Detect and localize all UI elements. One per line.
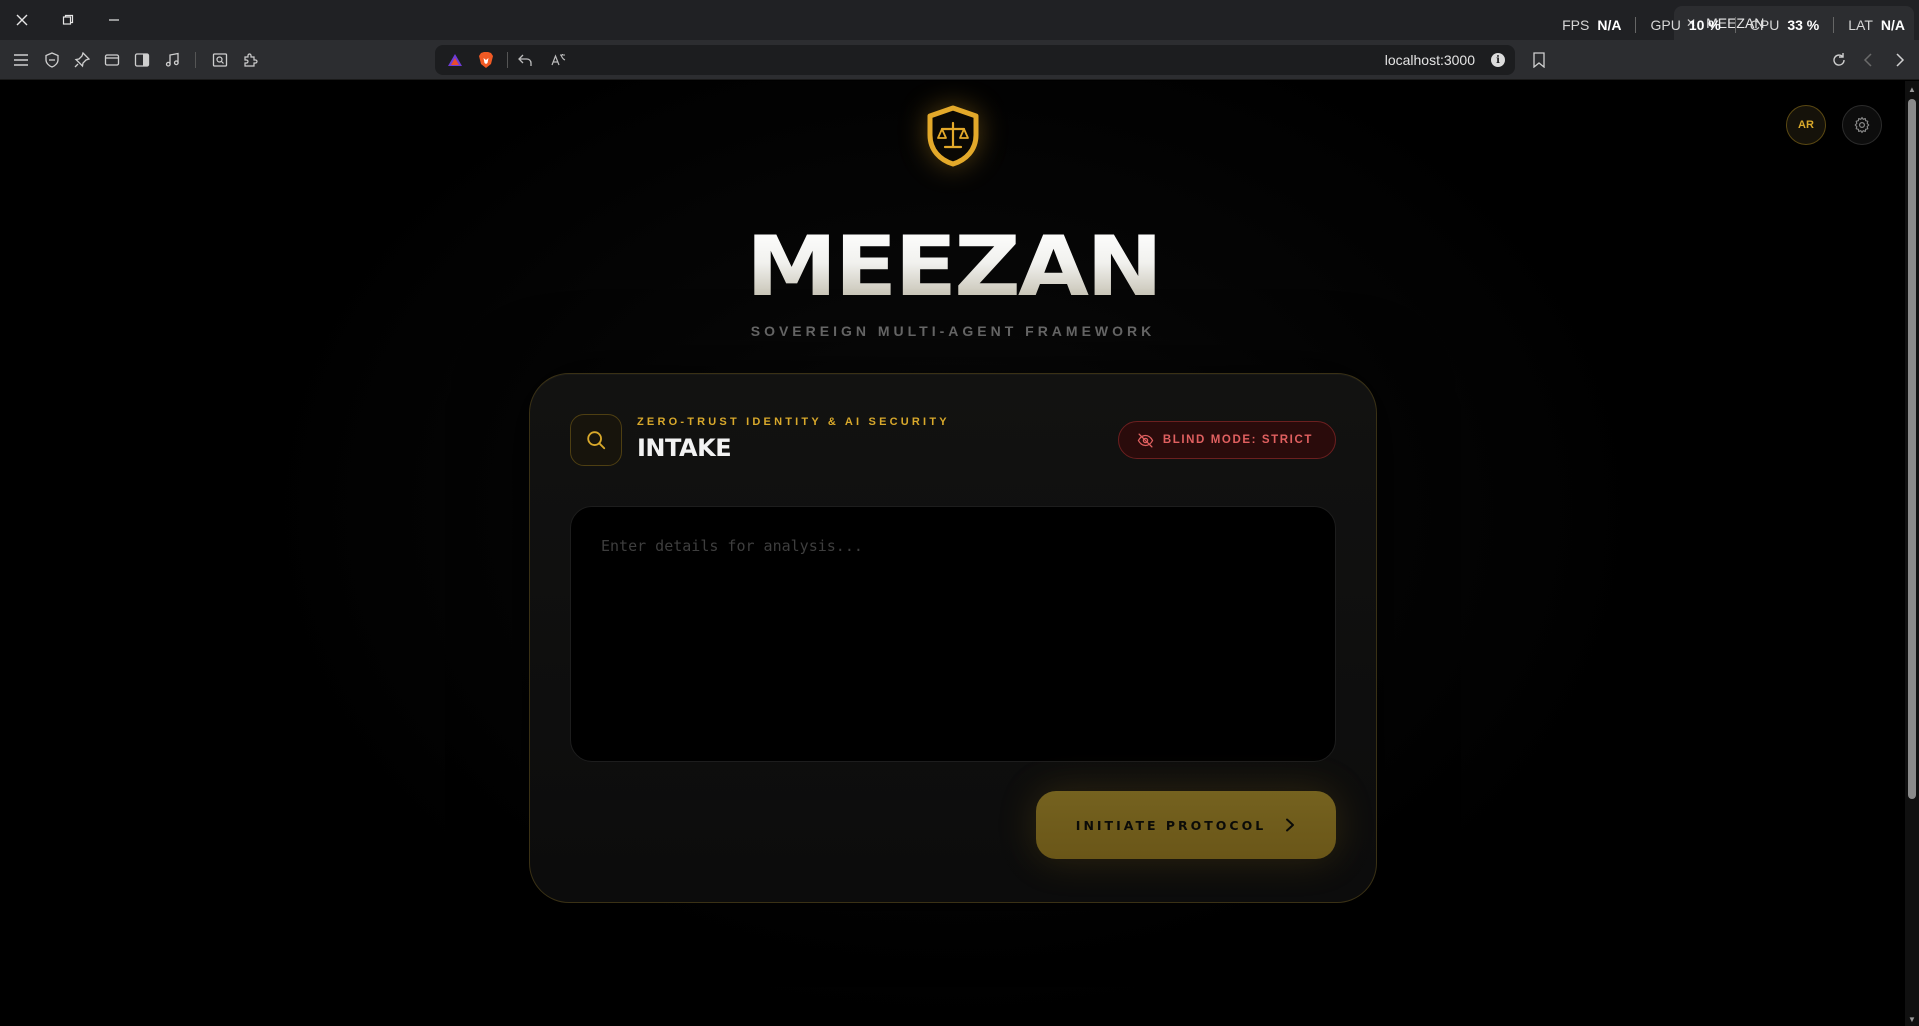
brand-title: MEEZAN	[0, 225, 1906, 309]
window-minimize-icon[interactable]	[100, 8, 128, 32]
cpu-label: CPU	[1749, 17, 1780, 33]
page-viewport: AR MEEZAN SOVEREIGN MULTI-AGENT FRAMEWOR…	[0, 81, 1919, 1026]
tabs-icon[interactable]	[102, 50, 122, 70]
url-text[interactable]: localhost:3000	[1385, 52, 1475, 68]
gear-icon	[1854, 116, 1870, 134]
page-scrollbar[interactable]: ▲ ▼	[1905, 81, 1919, 1026]
lat-value: N/A	[1880, 17, 1905, 33]
chevron-right-icon	[1286, 818, 1295, 832]
bookmark-icon[interactable]	[1529, 50, 1549, 70]
lat-label: LAT	[1848, 17, 1873, 33]
intake-card: ZERO-TRUST IDENTITY & AI SECURITY INTAKE…	[529, 373, 1377, 903]
back-icon[interactable]	[1859, 50, 1879, 70]
translate-icon[interactable]	[548, 50, 568, 70]
music-icon[interactable]	[162, 50, 182, 70]
settings-button[interactable]	[1842, 105, 1882, 145]
divider	[1635, 17, 1637, 33]
intake-search-badge	[570, 414, 622, 466]
site-info-icon[interactable]: i	[1491, 53, 1505, 67]
card-kicker: ZERO-TRUST IDENTITY & AI SECURITY	[637, 416, 950, 428]
brave-shields-icon[interactable]	[476, 50, 496, 70]
divider	[1734, 17, 1736, 33]
fps-value: N/A	[1597, 17, 1622, 33]
shield-scale-logo-icon	[927, 105, 979, 167]
divider	[507, 52, 508, 68]
share-icon[interactable]	[515, 50, 535, 70]
divider	[1833, 17, 1835, 33]
address-bar[interactable]: localhost:3000 i	[435, 45, 1515, 75]
eye-off-icon	[1137, 432, 1154, 448]
forward-icon[interactable]	[1889, 50, 1909, 70]
blind-mode-badge[interactable]: BLIND MODE: STRICT	[1117, 421, 1336, 459]
scroll-down-icon[interactable]: ▼	[1908, 1015, 1916, 1024]
reload-icon[interactable]	[1829, 50, 1849, 70]
initiate-protocol-label: INITIATE PROTOCOL	[1075, 817, 1267, 833]
scroll-up-icon[interactable]: ▲	[1908, 85, 1916, 94]
language-toggle-button[interactable]: AR	[1786, 105, 1826, 145]
menu-icon[interactable]	[11, 50, 31, 70]
search-icon	[587, 431, 606, 450]
window-close-icon[interactable]	[8, 8, 36, 32]
gpu-value: 10 %	[1688, 17, 1721, 33]
blind-mode-label: BLIND MODE: STRICT	[1162, 434, 1313, 446]
initiate-protocol-button[interactable]: INITIATE PROTOCOL	[1036, 791, 1336, 859]
fps-label: FPS	[1562, 17, 1590, 33]
cpu-value: 33 %	[1787, 17, 1820, 33]
window-restore-icon[interactable]	[54, 8, 82, 32]
extensions-icon[interactable]	[240, 50, 260, 70]
performance-overlay: FPS N/A GPU 10 % CPU 33 % LAT N/A	[1562, 17, 1905, 33]
brand-tagline: SOVEREIGN MULTI-AGENT FRAMEWORK	[750, 323, 1156, 339]
scrollbar-thumb[interactable]	[1908, 99, 1916, 799]
browser-titlebar: ✕ MEEZAN FPS N/A GPU 10 % CPU 33 % LAT N…	[0, 0, 1919, 40]
pin-icon[interactable]	[72, 50, 92, 70]
intake-details-input[interactable]	[570, 506, 1336, 762]
screenshot-search-icon[interactable]	[210, 50, 230, 70]
divider	[195, 52, 196, 68]
gpu-label: GPU	[1650, 17, 1681, 33]
brave-rewards-icon[interactable]	[445, 50, 465, 70]
sidebar-icon[interactable]	[132, 50, 152, 70]
shield-icon[interactable]	[42, 50, 62, 70]
card-title: INTAKE	[637, 434, 732, 462]
